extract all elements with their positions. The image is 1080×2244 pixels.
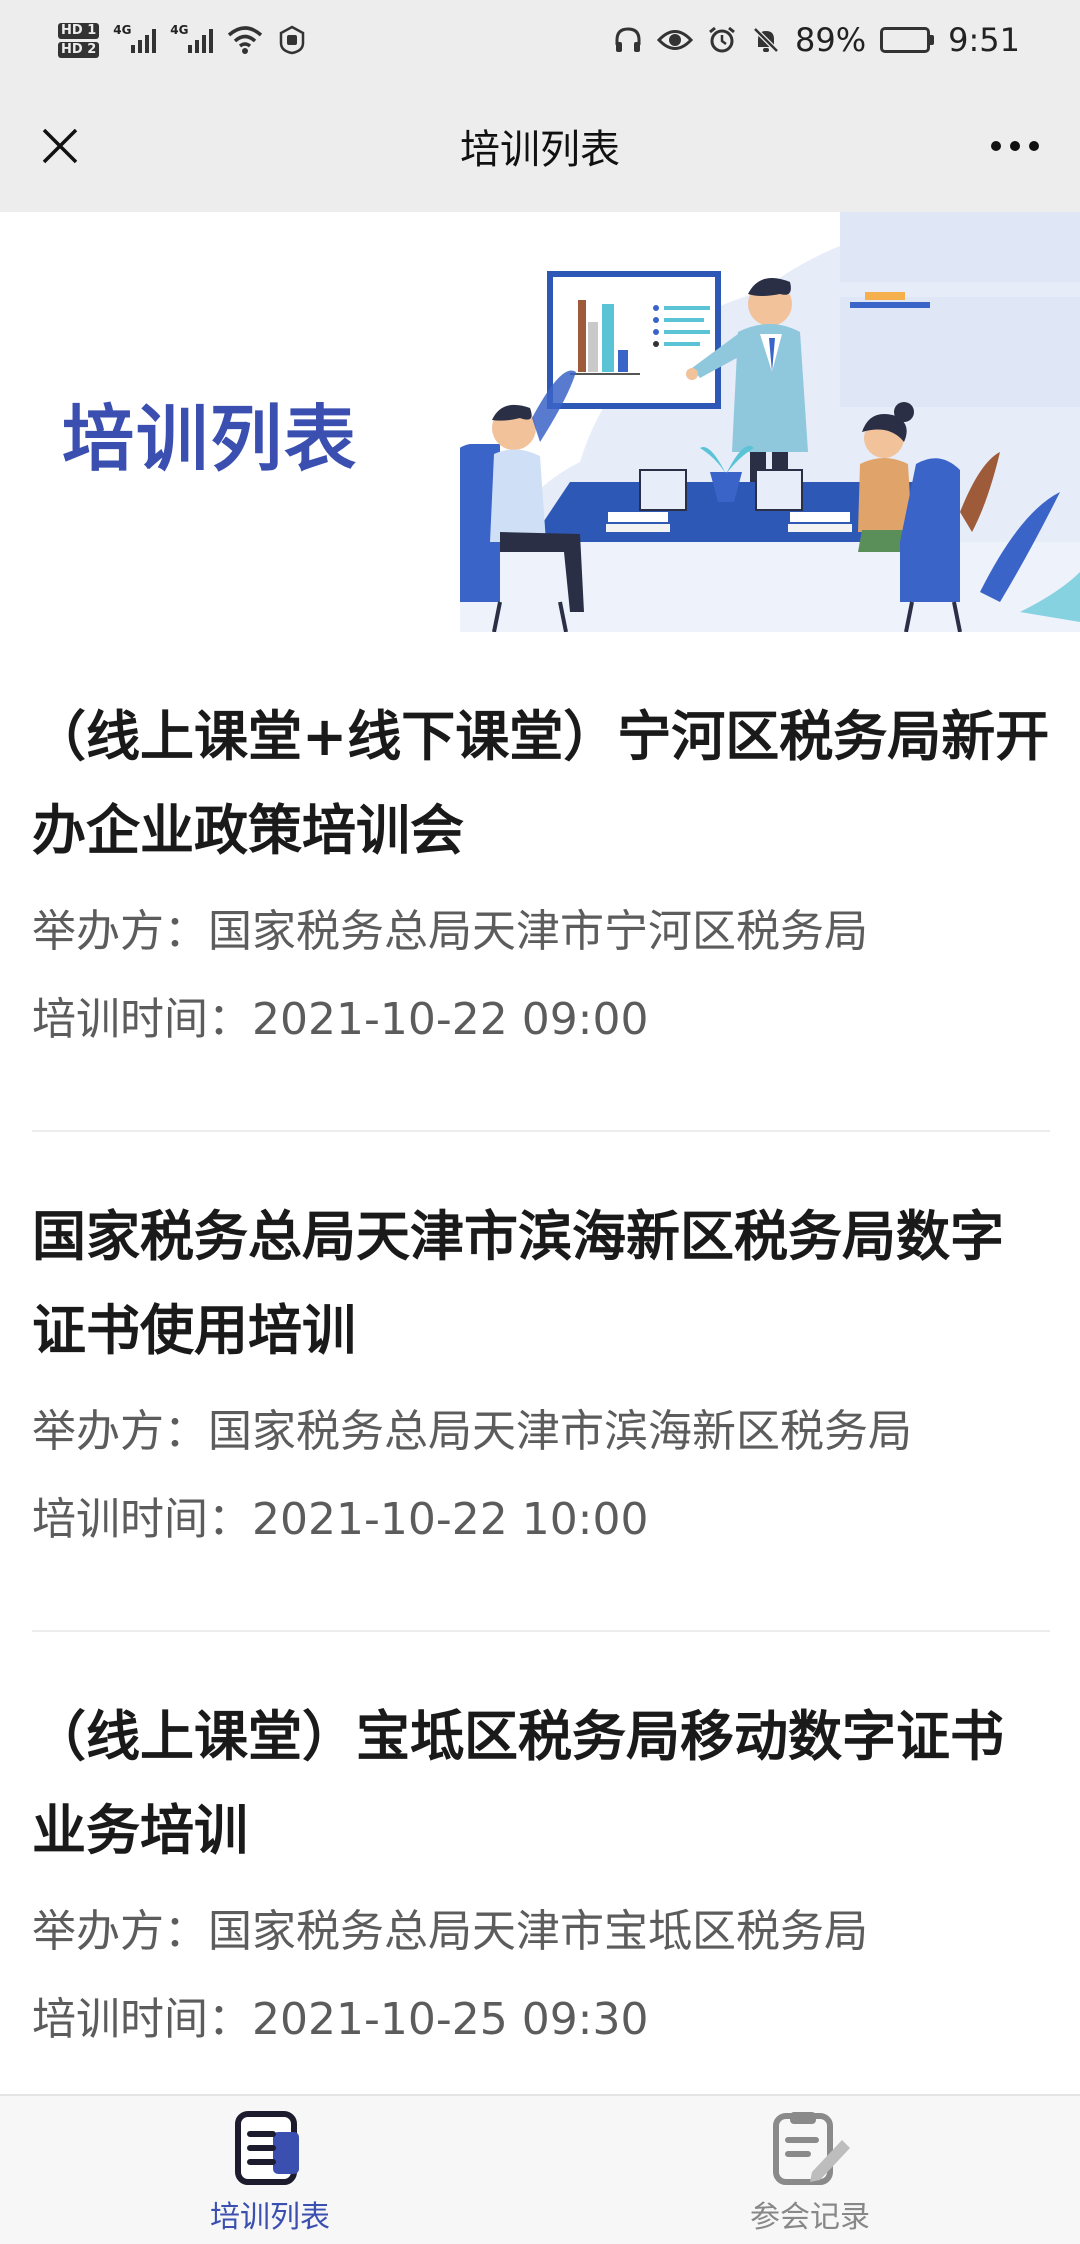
tab-training-list[interactable]: 培训列表: [0, 2096, 540, 2244]
tab-bar: 培训列表 参会记录: [0, 2094, 1080, 2244]
banner-title: 培训列表: [62, 397, 359, 481]
network-1-label: 4G: [113, 23, 132, 37]
hd1-badge: HD 1: [58, 22, 100, 39]
close-icon: [42, 128, 78, 164]
tab-label: 培训列表: [210, 2200, 330, 2235]
hand-shield-icon: [277, 25, 307, 55]
training-item[interactable]: 国家税务总局天津市滨海新区税务局数字证书使用培训 举办方：国家税务总局天津市滨海…: [0, 1132, 1080, 1632]
more-button[interactable]: [980, 116, 1050, 176]
nav-bar: 培训列表: [0, 80, 1080, 212]
tab-label: 参会记录: [750, 2200, 870, 2235]
training-list: （线上课堂+线下课堂）宁河区税务局新开办企业政策培训会 举办方：国家税务总局天津…: [0, 632, 1080, 2064]
training-item[interactable]: （线上课堂+线下课堂）宁河区税务局新开办企业政策培训会 举办方：国家税务总局天津…: [0, 632, 1080, 1132]
meeting-illustration: [460, 212, 1080, 632]
organizer-label: 举办方：: [32, 1406, 208, 1457]
time-value: 2021-10-22 09:00: [252, 994, 649, 1045]
time-label: 培训时间：: [32, 994, 252, 1045]
training-title: 国家税务总局天津市滨海新区税务局数字证书使用培训: [32, 1205, 1004, 1362]
status-bar: HD 1 HD 2 4G 4G 89% 9:51: [0, 0, 1080, 80]
hd2-badge: HD 2: [58, 41, 100, 58]
training-title: （线上课堂）宝坻区税务局移动数字证书业务培训: [32, 1705, 1004, 1862]
status-bar-right: 89% 9:51: [613, 21, 1020, 59]
wifi-icon: [227, 25, 263, 55]
banner: 培训列表: [0, 212, 1080, 632]
more-dot-icon: [1029, 141, 1039, 151]
time-value: 2021-10-22 10:00: [252, 1494, 649, 1545]
organizer-row: 举办方：国家税务总局天津市滨海新区税务局: [32, 1388, 1050, 1476]
hd-indicator: HD 1 HD 2: [58, 22, 100, 58]
network-2-label: 4G: [170, 23, 189, 37]
headphones-icon: [613, 25, 643, 55]
record-edit-icon: [773, 2112, 850, 2185]
more-dot-icon: [991, 141, 1001, 151]
training-title: （线上课堂+线下课堂）宁河区税务局新开办企业政策培训会: [32, 705, 1050, 862]
organizer-row: 举办方：国家税务总局天津市宝坻区税务局: [32, 1888, 1050, 1976]
battery-icon: [880, 27, 935, 53]
page-title: 培训列表: [460, 127, 620, 173]
organizer-value: 国家税务总局天津市滨海新区税务局: [208, 1406, 912, 1457]
more-dot-icon: [1010, 141, 1020, 151]
organizer-label: 举办方：: [32, 1906, 208, 1957]
close-button[interactable]: [30, 116, 90, 176]
time-row: 培训时间：2021-10-25 09:30: [32, 1976, 1050, 2064]
signal-2-icon: 4G: [170, 23, 214, 53]
battery-percent: 89%: [795, 21, 867, 59]
time-row: 培训时间：2021-10-22 09:00: [32, 976, 1050, 1064]
time-row: 培训时间：2021-10-22 10:00: [32, 1476, 1050, 1564]
page: HD 1 HD 2 4G 4G 89% 9:51 培训列表 培训列表 （线上课堂…: [0, 0, 1080, 2244]
clock: 9:51: [948, 21, 1020, 59]
time-label: 培训时间：: [32, 1994, 252, 2045]
time-value: 2021-10-25 09:30: [252, 1994, 649, 2045]
signal-1-icon: 4G: [113, 23, 157, 53]
training-item[interactable]: （线上课堂）宝坻区税务局移动数字证书业务培训 举办方：国家税务总局天津市宝坻区税…: [0, 1632, 1080, 2064]
status-bar-left: HD 1 HD 2 4G 4G: [58, 22, 307, 58]
organizer-row: 举办方：国家税务总局天津市宁河区税务局: [32, 888, 1050, 976]
organizer-label: 举办方：: [32, 906, 208, 957]
time-label: 培训时间：: [32, 1494, 252, 1545]
tab-attendance-records[interactable]: 参会记录: [540, 2096, 1080, 2244]
organizer-value: 国家税务总局天津市宁河区税务局: [208, 906, 868, 957]
alarm-icon: [707, 25, 737, 55]
document-list-icon: [235, 2111, 299, 2185]
mute-bell-icon: [751, 25, 781, 55]
organizer-value: 国家税务总局天津市宝坻区税务局: [208, 1906, 868, 1957]
eye-icon: [657, 27, 694, 53]
